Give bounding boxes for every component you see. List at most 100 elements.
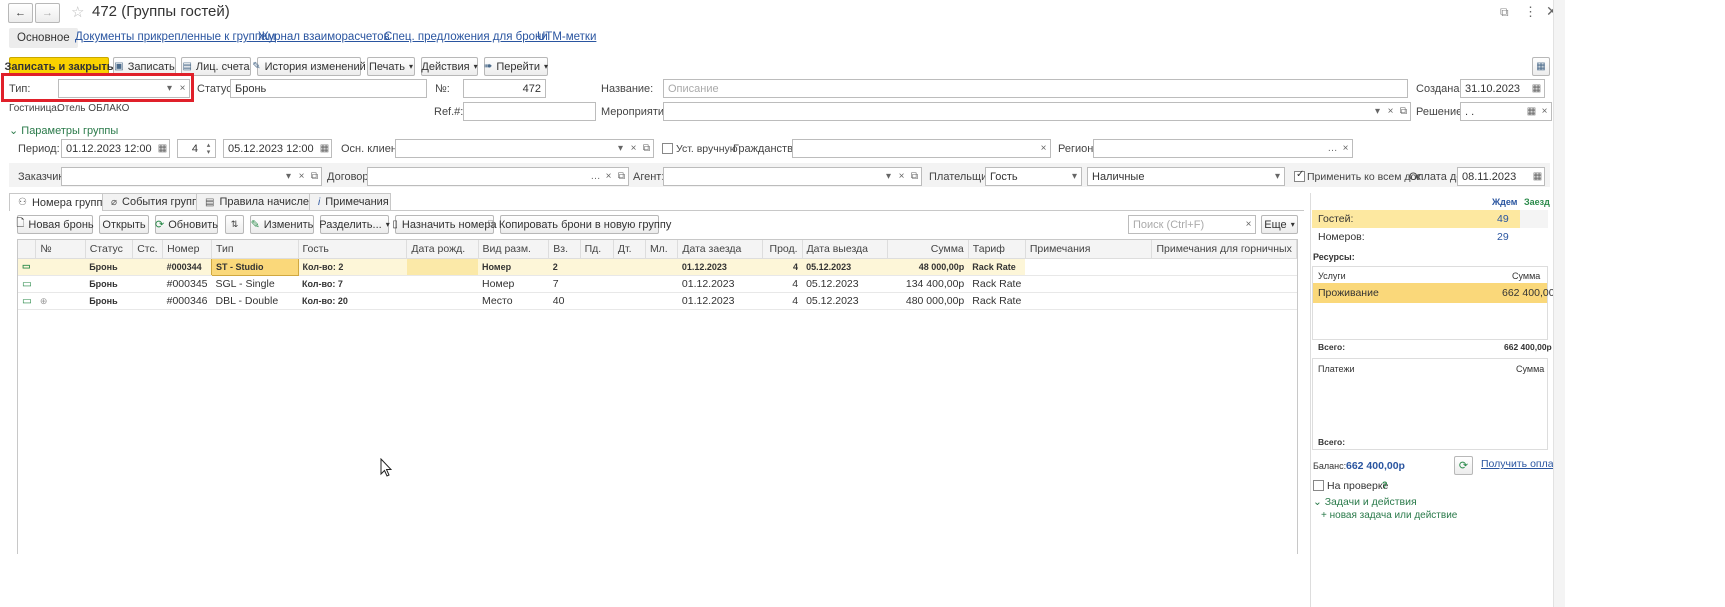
payment-method-field[interactable]: Наличные — [1087, 167, 1272, 186]
customer-dropdown[interactable]: ▾ — [282, 167, 296, 186]
split-button[interactable]: Разделить... ▾ — [319, 215, 390, 234]
agent-dropdown[interactable]: ▾ — [882, 167, 896, 186]
payer-dropdown[interactable]: ▾ — [1068, 167, 1082, 186]
manual-checkbox[interactable] — [662, 143, 673, 154]
refresh-button[interactable]: ⟳ Обновить — [155, 215, 218, 234]
search-input[interactable]: Поиск (Ctrl+F) — [1128, 215, 1243, 234]
region-field[interactable] — [1093, 139, 1327, 158]
client-dropdown[interactable]: ▾ — [614, 139, 628, 158]
name-field[interactable]: Описание — [663, 79, 1408, 98]
agent-open[interactable]: ⧉ — [908, 167, 922, 186]
nav-tab-ledger[interactable]: Журнал взаиморасчетов — [258, 31, 390, 43]
type-clear[interactable]: × — [176, 79, 190, 98]
col-infants[interactable]: Мл. — [645, 240, 679, 259]
actions-button[interactable]: Действия ▾ — [421, 57, 478, 76]
customer-field[interactable] — [61, 167, 283, 186]
open-button[interactable]: Открыть — [99, 215, 149, 234]
link-icon[interactable]: ⧉ — [1500, 5, 1509, 20]
decision-clear[interactable]: × — [1538, 102, 1552, 121]
copy-bookings-button[interactable]: ⧉ Копировать брони в новую группу — [488, 215, 671, 234]
assign-rooms-button[interactable]: ▯ Назначить номера — [392, 215, 497, 234]
col-duration[interactable]: Прод. — [762, 240, 803, 259]
ref-field[interactable] — [463, 102, 596, 121]
col-guest[interactable]: Гость — [298, 240, 408, 259]
status-field[interactable]: Бронь — [230, 79, 427, 98]
payment-method-dropdown[interactable]: ▾ — [1271, 167, 1285, 186]
period-to-field[interactable]: 05.12.2023 12:00 — [223, 139, 319, 158]
col-teens[interactable]: Пд. — [580, 240, 614, 259]
tab-charge-rules[interactable]: ▤ Правила начисления — [196, 193, 327, 210]
nav-tab-documents[interactable]: Документы прикрепленные к группам — [75, 31, 275, 43]
nav-tab-main[interactable]: Основное — [9, 28, 78, 48]
event-dropdown[interactable]: ▾ — [1371, 102, 1385, 121]
get-payment-link[interactable]: Получить оплату — [1481, 458, 1564, 470]
tasks-toggle[interactable]: ⌄ Задачи и действия — [1313, 496, 1417, 508]
col-maid-notes[interactable]: Примечания для горничных — [1151, 240, 1297, 259]
tab-group-events[interactable]: ⌀ События группы — [102, 193, 206, 210]
help-icon[interactable]: ? — [1382, 480, 1388, 490]
col-sts[interactable]: Стс. — [132, 240, 164, 259]
col-status[interactable]: Статус — [85, 240, 134, 259]
new-task-link[interactable]: + новая задача или действие — [1321, 510, 1457, 521]
tab-notes[interactable]: i Примечания — [309, 193, 391, 210]
event-field[interactable] — [663, 102, 1372, 121]
back-button[interactable]: ← — [8, 3, 33, 23]
type-dropdown[interactable]: ▾ — [163, 79, 177, 98]
event-open[interactable]: ⧉ — [1397, 102, 1411, 121]
calendar-button[interactable]: ▦ — [318, 139, 332, 158]
favorite-star-icon[interactable]: ☆ — [71, 3, 84, 21]
col-tariff[interactable]: Тариф — [968, 240, 1026, 259]
group-params-toggle[interactable]: ⌄ Параметры группы — [9, 124, 118, 137]
col-sum[interactable]: Сумма — [887, 240, 969, 259]
col-number[interactable]: № — [35, 240, 86, 259]
tab-group-rooms[interactable]: ⚇ Номера группы — [9, 193, 110, 211]
page-scrollbar[interactable] — [1553, 0, 1565, 607]
refresh-balance-button[interactable]: ⟳ — [1454, 456, 1473, 475]
pay-until-field[interactable]: 08.11.2023 — [1457, 167, 1532, 186]
nights-stepper[interactable]: ▴ ▾ — [202, 139, 216, 158]
calendar-button[interactable]: ▦ — [1525, 102, 1539, 121]
payer-field[interactable]: Гость — [985, 167, 1069, 186]
table-row[interactable]: ▭ Бронь #000344 ST - Studio Кол-во: 2 Но… — [18, 257, 1297, 276]
col-room[interactable]: Номер — [162, 240, 213, 259]
client-clear[interactable]: × — [627, 139, 641, 158]
contract-open[interactable]: ⧉ — [615, 167, 629, 186]
citizenship-field[interactable] — [792, 139, 1038, 158]
goto-button[interactable]: ➠ Перейти ▾ — [484, 57, 548, 76]
customer-open[interactable]: ⧉ — [308, 167, 322, 186]
edit-button[interactable]: ✎ Изменить — [250, 215, 314, 234]
more-button[interactable]: Еще ▾ — [1261, 215, 1298, 234]
agent-clear[interactable]: × — [895, 167, 909, 186]
more-menu-icon[interactable]: ⋮ — [1524, 4, 1537, 20]
table-row[interactable]: ▭ ⊕ Бронь #000346 DBL - Double Кол-во: 2… — [18, 292, 1297, 310]
customer-clear[interactable]: × — [295, 167, 309, 186]
new-booking-button[interactable]: 🗋 Новая бронь — [16, 215, 94, 234]
expand-icon[interactable]: ⊕ — [40, 296, 48, 306]
calendar-button[interactable]: ▦ — [1531, 167, 1545, 186]
col-departure[interactable]: Дата выезда — [802, 240, 889, 259]
forward-button[interactable]: → — [35, 3, 60, 23]
search-clear[interactable]: × — [1242, 215, 1256, 234]
type-field[interactable] — [58, 79, 164, 98]
region-clear[interactable]: × — [1339, 139, 1353, 158]
col-children[interactable]: Дт. — [613, 240, 646, 259]
client-open[interactable]: ⧉ — [640, 139, 654, 158]
table-settings-button[interactable]: ▦ — [1532, 57, 1550, 76]
contract-select[interactable]: … — [589, 167, 603, 186]
calendar-button[interactable]: ▦ — [156, 139, 170, 158]
region-select[interactable]: … — [1326, 139, 1340, 158]
citizenship-clear[interactable]: × — [1037, 139, 1051, 158]
contract-clear[interactable]: × — [602, 167, 616, 186]
main-client-field[interactable] — [395, 139, 615, 158]
history-button[interactable]: ✎ История изменений — [252, 57, 366, 76]
col-type[interactable]: Тип — [211, 240, 299, 259]
nav-tab-special-offers[interactable]: Спец. предложения для брони — [384, 31, 548, 43]
on-check-checkbox[interactable] — [1313, 480, 1324, 491]
col-adults[interactable]: Вз. — [548, 240, 581, 259]
table-row[interactable]: ▭ Бронь #000345 SGL - Single Кол-во: 7 Н… — [18, 275, 1297, 293]
nav-tab-utm[interactable]: UTM-метки — [537, 31, 596, 43]
col-arrival[interactable]: Дата заезда — [677, 240, 763, 259]
event-clear[interactable]: × — [1384, 102, 1398, 121]
sort-button[interactable]: ⇅ — [225, 215, 244, 234]
calendar-button[interactable]: ▦ — [1529, 79, 1545, 98]
